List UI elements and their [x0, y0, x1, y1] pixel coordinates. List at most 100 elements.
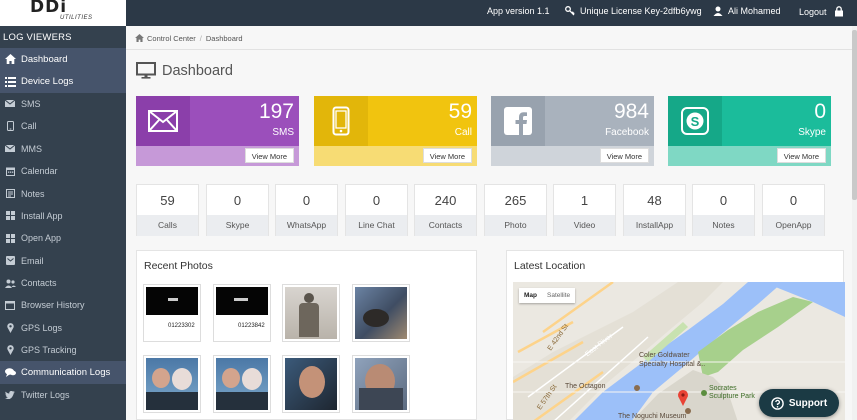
breadcrumb-root[interactable]: Control Center — [147, 34, 196, 43]
count-label: WhatsApp — [276, 215, 337, 236]
photo-thumbnail[interactable] — [213, 355, 271, 413]
count-install-app[interactable]: 48 InstallApp — [623, 184, 686, 236]
skype-icon: S — [668, 96, 722, 146]
app-version: App version 1.1 — [487, 6, 550, 16]
count-value: 48 — [647, 193, 662, 208]
recent-photos-panel: Recent Photos 01223302 01223842 — [136, 250, 477, 420]
photo-thumbnail[interactable] — [282, 284, 340, 342]
support-button[interactable]: Support — [759, 389, 839, 417]
count-photo[interactable]: 265 Photo — [484, 184, 547, 236]
sidebar-item-device-logs[interactable]: Device Logs — [0, 70, 126, 93]
sidebar-item-call[interactable]: Call — [0, 115, 126, 137]
card-value: 0 — [814, 100, 826, 123]
latest-location-title: Latest Location — [514, 260, 586, 272]
map-label: The Noguchi Museum — [618, 413, 687, 420]
sidebar-item-mms[interactable]: MMS — [0, 138, 126, 160]
sidebar-item-label: Dashboard — [21, 53, 68, 65]
card-value: 59 — [448, 100, 472, 123]
sidebar-item-contacts[interactable]: Contacts — [0, 272, 126, 294]
sidebar-item-label: Open App — [21, 233, 62, 244]
home-icon — [135, 34, 144, 42]
photo-thumbnail[interactable] — [352, 284, 410, 342]
breadcrumb-separator: / — [199, 34, 202, 43]
sidebar-item-email[interactable]: Email — [0, 250, 126, 272]
sidebar-item-label: MMS — [21, 143, 42, 154]
photo-thumbnail[interactable] — [282, 355, 340, 413]
count-open-app[interactable]: 0 OpenApp — [762, 184, 825, 236]
card-footer: View More — [491, 146, 654, 166]
sidebar-item-browser-history[interactable]: Browser History — [0, 294, 126, 316]
scrollbar-thumb[interactable] — [852, 30, 857, 200]
notes-icon — [4, 188, 16, 200]
count-value: 265 — [504, 193, 527, 208]
map-tab-map[interactable]: Map — [519, 288, 542, 303]
photo-caption: 01223842 — [238, 323, 265, 329]
count-line-chat[interactable]: 0 Line Chat — [345, 184, 408, 236]
photo-thumbnail[interactable]: 01223302 — [143, 284, 201, 342]
grid-icon — [4, 210, 16, 222]
sidebar-item-label: Contacts — [21, 278, 57, 289]
logout-button[interactable]: Logout — [799, 6, 844, 17]
count-value: 1 — [580, 193, 589, 208]
map-label: Specialty Hospital &.. — [639, 361, 706, 368]
sidebar-item-install-app[interactable]: Install App — [0, 205, 126, 227]
sidebar-item-dashboard[interactable]: Dashboard — [0, 48, 126, 71]
card-skype: S 0 Skype View More — [668, 96, 831, 166]
map-label: Sculpture Park — [709, 393, 755, 400]
page-scrollbar[interactable] — [852, 26, 857, 420]
count-label: Skype — [207, 215, 268, 236]
map-tab-satellite[interactable]: Satellite — [542, 288, 575, 303]
card-label: Call — [454, 127, 472, 138]
count-value: 0 — [719, 193, 728, 208]
sidebar-item-label: Calendar — [21, 166, 58, 177]
main-content: Control Center / Dashboard Dashboard 197 S… — [126, 26, 857, 420]
view-more-sms-button[interactable]: View More — [244, 148, 294, 163]
count-label: Line Chat — [346, 215, 407, 236]
count-skype[interactable]: 0 Skype — [206, 184, 269, 236]
count-label: Video — [554, 215, 615, 236]
sidebar-item-sms[interactable]: SMS — [0, 93, 126, 115]
sidebar-item-gps-logs[interactable]: GPS Logs — [0, 317, 126, 339]
count-video[interactable]: 1 Video — [553, 184, 616, 236]
sidebar-item-twitter-logs[interactable]: Twitter Logs — [0, 384, 126, 406]
key-icon — [565, 6, 575, 16]
sidebar-item-communication-logs[interactable]: Communication Logs — [0, 361, 126, 384]
support-label: Support — [788, 397, 828, 409]
count-value: 0 — [789, 193, 798, 208]
card-value: 197 — [258, 100, 294, 123]
page-title-text: Dashboard — [162, 62, 233, 79]
count-notes[interactable]: 0 Notes — [692, 184, 755, 236]
logo[interactable]: DDi UTILITIES — [0, 0, 126, 26]
twitter-icon — [4, 389, 16, 401]
sidebar-item-calendar[interactable]: Calendar — [0, 160, 126, 182]
count-label: OpenApp — [763, 215, 824, 236]
sidebar-item-label: Install App — [21, 210, 63, 221]
home-icon — [4, 53, 16, 65]
count-contacts[interactable]: 240 Contacts — [414, 184, 477, 236]
sidebar-item-label: Email — [21, 255, 44, 266]
user-menu[interactable]: Ali Mohamed — [713, 6, 781, 16]
count-value: 0 — [233, 193, 242, 208]
photo-thumbnail[interactable] — [143, 355, 201, 413]
card-facebook: 984 Facebook View More — [491, 96, 654, 166]
view-more-call-button[interactable]: View More — [422, 148, 472, 163]
sidebar-item-open-app[interactable]: Open App — [0, 227, 126, 249]
card-footer: View More — [136, 146, 299, 166]
envelope-icon — [4, 143, 16, 155]
view-more-skype-button[interactable]: View More — [776, 148, 826, 163]
sidebar-item-label: Communication Logs — [21, 367, 111, 379]
count-calls[interactable]: 59 Calls — [136, 184, 199, 236]
photo-caption: 01223302 — [168, 323, 195, 329]
sidebar-item-gps-tracking[interactable]: GPS Tracking — [0, 339, 126, 361]
user-name: Ali Mohamed — [728, 6, 781, 16]
sidebar-title: LOG VIEWERS — [3, 32, 72, 43]
count-value: 59 — [160, 193, 175, 208]
count-whatsapp[interactable]: 0 WhatsApp — [275, 184, 338, 236]
logout-label: Logout — [799, 7, 827, 17]
view-more-facebook-button[interactable]: View More — [599, 148, 649, 163]
photo-thumbnail[interactable] — [352, 355, 410, 413]
photo-thumbnail[interactable]: 01223842 — [213, 284, 271, 342]
count-label: Calls — [137, 215, 198, 236]
chat-icon — [4, 367, 16, 379]
sidebar-item-notes[interactable]: Notes — [0, 182, 126, 204]
